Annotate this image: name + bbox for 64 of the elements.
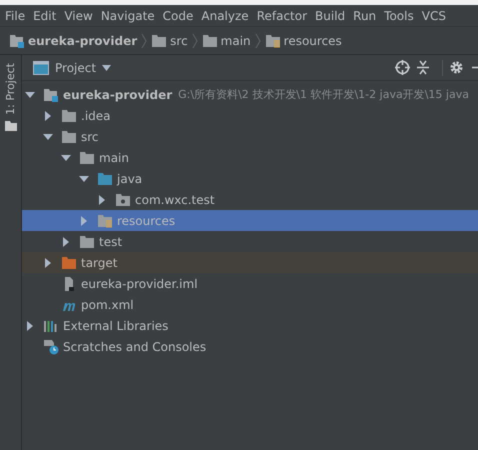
tree-item[interactable]: eureka-provider.iml [22, 273, 478, 294]
tree-item[interactable]: java [22, 168, 478, 189]
menu-item[interactable]: VCS [422, 8, 446, 22]
menu-item[interactable]: Run [353, 8, 376, 22]
collapsed-arrow-icon[interactable] [43, 258, 53, 268]
tree-item[interactable]: src [22, 126, 478, 147]
collapse-icon[interactable] [416, 60, 430, 75]
folder-icon [79, 234, 95, 248]
tree-item[interactable]: com.wxc.test [22, 189, 478, 210]
scratches-icon [43, 338, 59, 354]
dropdown-caret-icon[interactable] [102, 64, 112, 70]
tree-item[interactable]: main [22, 147, 478, 168]
menu-item[interactable]: Code [162, 8, 194, 22]
package-folder-icon [115, 192, 131, 206]
libraries-icon [43, 318, 59, 332]
resources-folder-icon [97, 214, 113, 228]
panel-title[interactable]: Project [55, 60, 96, 74]
menu-item[interactable]: Analyze [201, 8, 249, 22]
expanded-arrow-icon[interactable] [25, 90, 35, 100]
chevron-icon [141, 32, 148, 48]
expanded-arrow-icon[interactable] [43, 132, 53, 142]
menu-item[interactable]: File [5, 8, 26, 22]
project-tool-tab[interactable]: 1: Project [4, 63, 17, 115]
resources-folder-icon [264, 34, 281, 48]
settings-icon[interactable] [449, 60, 464, 75]
folder-icon [4, 120, 16, 131]
tree-item[interactable]: test [22, 231, 478, 252]
chevron-icon [192, 32, 198, 48]
breadcrumb-item[interactable]: resources [284, 34, 342, 48]
tree-item[interactable]: Scratches and Consoles [22, 336, 478, 357]
path-text: G:\所有资料\2 技术开发\1 软件开发\1-2 java开发\15 java [178, 87, 469, 102]
menu-item[interactable]: Navigate [100, 8, 155, 22]
collapsed-arrow-icon[interactable] [61, 236, 71, 246]
folder-icon [61, 130, 77, 144]
menu-item[interactable]: Edit [33, 8, 56, 22]
collapsed-arrow-icon[interactable] [43, 110, 53, 120]
breadcrumb-item[interactable]: eureka-provider [28, 34, 138, 48]
breadcrumb-item[interactable]: main [220, 34, 251, 48]
crosshair-icon[interactable] [395, 60, 410, 75]
folder-icon [97, 172, 113, 186]
module-folder-icon [9, 34, 25, 48]
folder-icon [61, 108, 77, 122]
folder-icon [151, 34, 168, 48]
tree-item[interactable]: .idea [22, 105, 478, 126]
collapsed-arrow-icon[interactable] [25, 320, 35, 330]
menu-item[interactable]: Build [315, 8, 346, 22]
tree-item[interactable]: External Libraries [22, 315, 478, 336]
menu-item[interactable]: Tools [384, 8, 414, 22]
collapsed-arrow-icon[interactable] [79, 216, 89, 226]
folder-icon [202, 34, 218, 48]
breadcrumb-item[interactable]: src [170, 34, 188, 48]
menu-item[interactable]: Refactor [256, 8, 308, 22]
expanded-arrow-icon[interactable] [61, 152, 71, 162]
folder-icon [79, 150, 95, 164]
window-icon [33, 60, 49, 74]
module-folder-icon [43, 88, 59, 102]
folder-icon [61, 256, 77, 270]
chevron-icon [254, 32, 261, 48]
tree-item[interactable]: target [22, 252, 478, 273]
collapsed-arrow-icon[interactable] [97, 194, 107, 204]
tree-item[interactable]: eureka-provider G:\所有资料\2 技术开发\1 软件开发\1-2 java开发\15 java [22, 84, 478, 105]
tree-item[interactable]: pom.xml [22, 294, 478, 315]
menu-item[interactable]: View [64, 8, 93, 22]
expanded-arrow-icon[interactable] [79, 174, 89, 184]
